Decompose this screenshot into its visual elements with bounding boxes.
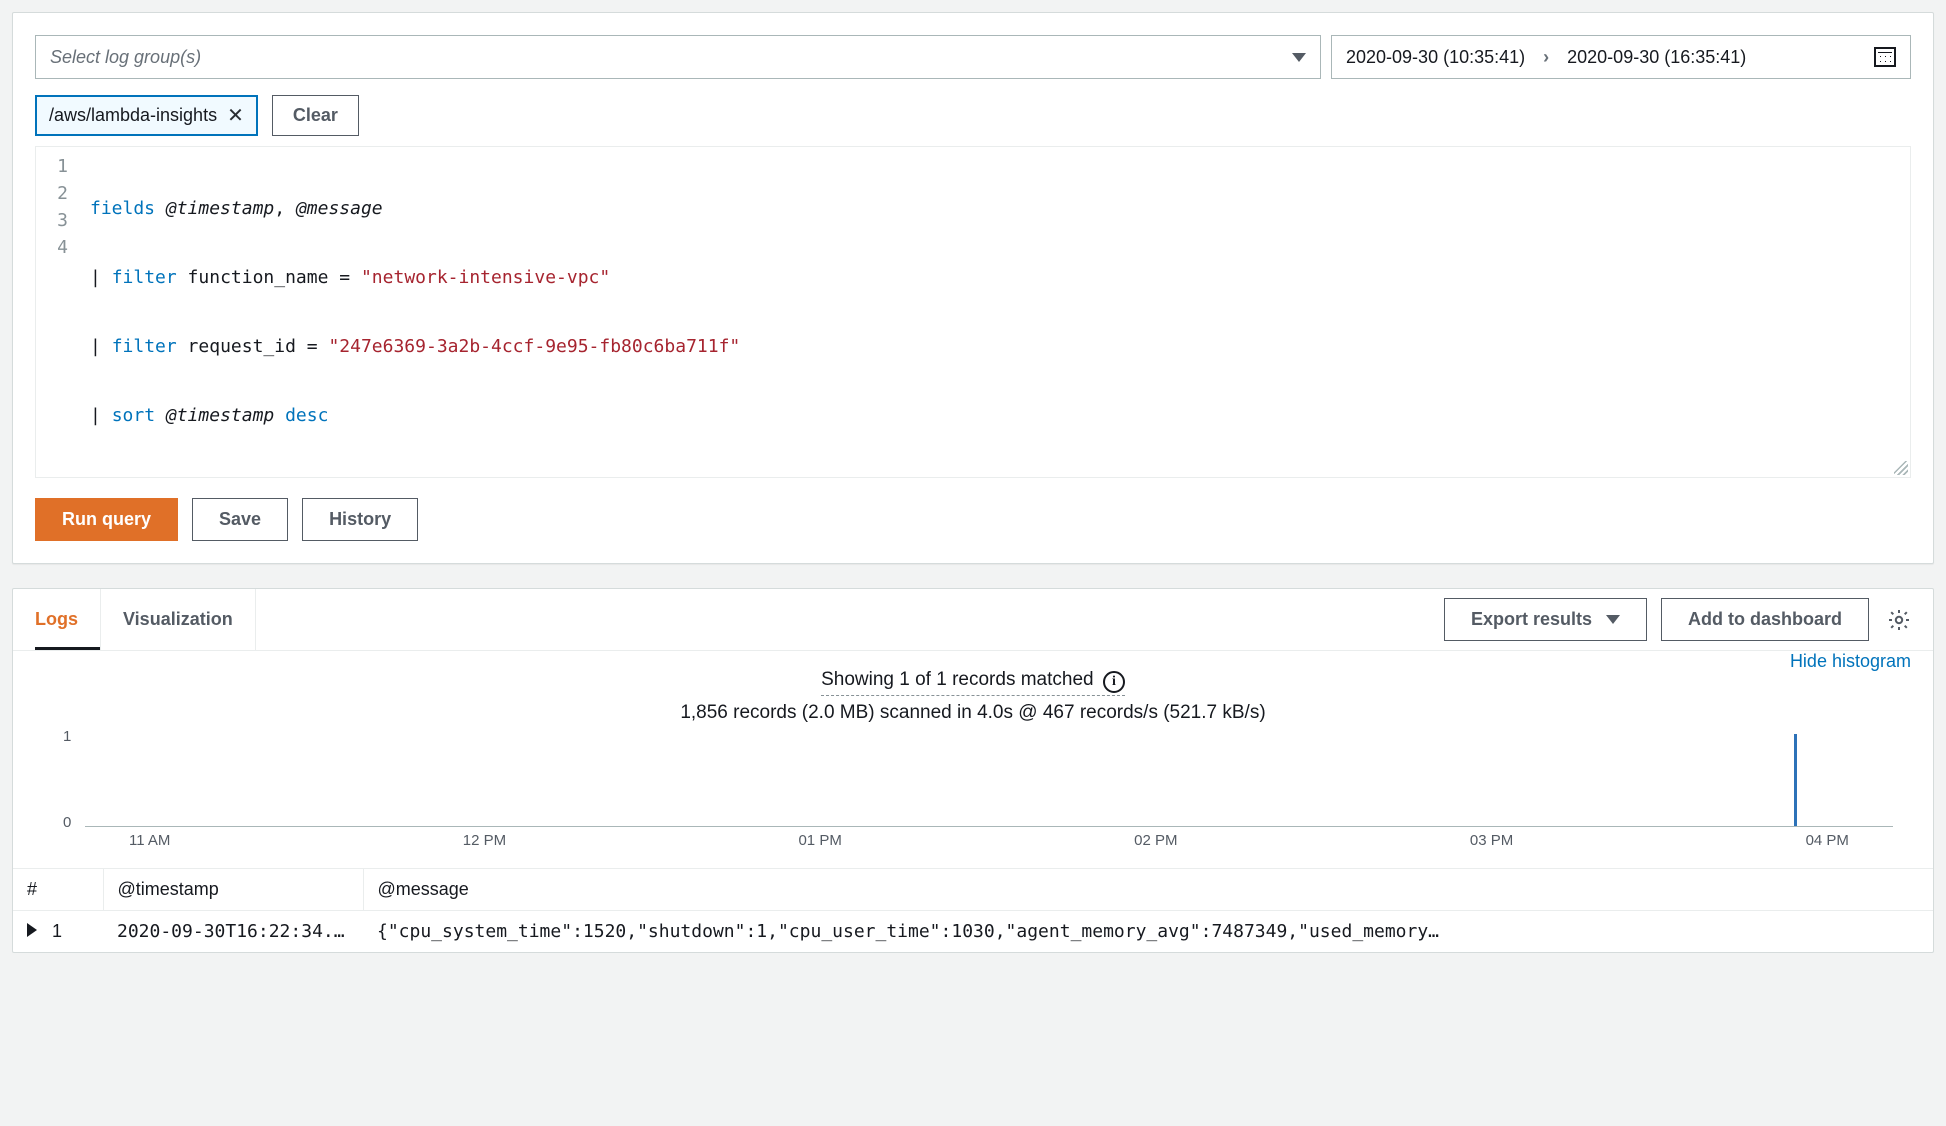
log-group-chip[interactable]: /aws/lambda-insights ✕ [35,95,258,136]
col-timestamp: @timestamp [103,869,363,911]
chevron-down-icon [1292,53,1306,62]
query-actions: Run query Save History [35,498,1911,541]
y-tick-1: 1 [63,728,71,745]
query-editor[interactable]: 1 2 3 4 fields @timestamp, @message | fi… [35,146,1911,478]
export-results-button[interactable]: Export results [1444,598,1647,641]
export-results-label: Export results [1471,609,1592,630]
histogram-bar [1794,734,1797,826]
log-group-select[interactable]: Select log group(s) [35,35,1321,79]
results-tabs-row: Logs Visualization Export results Add to… [13,589,1933,651]
close-icon[interactable]: ✕ [227,103,244,128]
tab-logs[interactable]: Logs [35,589,101,650]
x-axis [85,826,1893,827]
tab-visualization[interactable]: Visualization [101,589,256,650]
editor-code[interactable]: fields @timestamp, @message | filter fun… [82,147,1910,477]
add-to-dashboard-button[interactable]: Add to dashboard [1661,598,1869,641]
history-button[interactable]: History [302,498,418,541]
table-row[interactable]: 1 2020-09-30T16:22:34.… {"cpu_system_tim… [13,911,1933,953]
gear-icon[interactable] [1887,608,1911,632]
histogram: 1 0 11 AM 12 PM 01 PM 02 PM 03 PM 04 PM [13,728,1933,868]
y-tick-0: 0 [63,814,71,831]
row-index: 1 [52,921,62,941]
run-query-button[interactable]: Run query [35,498,178,541]
save-button[interactable]: Save [192,498,288,541]
chevron-right-icon: › [1543,47,1549,68]
scan-stats-text: 1,856 records (2.0 MB) scanned in 4.0s @… [13,702,1933,724]
table-header-row: # @timestamp @message [13,869,1933,911]
x-ticks: 11 AM 12 PM 01 PM 02 PM 03 PM 04 PM [85,832,1893,849]
query-panel: Select log group(s) 2020-09-30 (10:35:41… [12,12,1934,564]
time-to: 2020-09-30 (16:35:41) [1567,47,1746,68]
results-summary: Hide histogram Showing 1 of 1 records ma… [13,651,1933,728]
calendar-icon [1874,47,1896,67]
records-matched-text: Showing 1 of 1 records matched [821,669,1094,690]
results-panel: Logs Visualization Export results Add to… [12,588,1934,953]
row-message: {"cpu_system_time":1520,"shutdown":1,"cp… [363,911,1933,953]
info-icon[interactable]: i [1103,671,1125,693]
time-from: 2020-09-30 (10:35:41) [1346,47,1525,68]
hide-histogram-link[interactable]: Hide histogram [1790,651,1911,672]
col-message: @message [363,869,1933,911]
row-timestamp: 2020-09-30T16:22:34.… [103,911,363,953]
top-controls: Select log group(s) 2020-09-30 (10:35:41… [35,35,1911,79]
col-index: # [13,869,103,911]
expand-row-icon[interactable] [27,923,37,937]
time-range-picker[interactable]: 2020-09-30 (10:35:41) › 2020-09-30 (16:3… [1331,35,1911,79]
log-group-placeholder: Select log group(s) [50,47,201,68]
resize-handle-icon[interactable] [1894,461,1908,475]
chevron-down-icon [1606,615,1620,624]
filter-chips-row: /aws/lambda-insights ✕ Clear [35,95,1911,136]
clear-button[interactable]: Clear [272,95,359,136]
results-table: # @timestamp @message 1 2020-09-30T16:22… [13,868,1933,952]
editor-gutter: 1 2 3 4 [36,147,82,477]
chip-label: /aws/lambda-insights [49,105,217,126]
